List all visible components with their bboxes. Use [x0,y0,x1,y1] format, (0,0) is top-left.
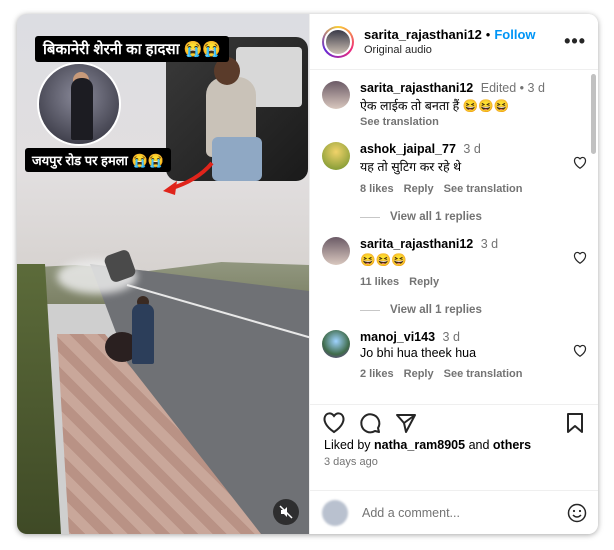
add-comment-input[interactable]: Add a comment... [362,506,567,520]
comment-username[interactable]: sarita_rajasthani12 [360,237,473,251]
comment-username[interactable]: manoj_vi143 [360,330,435,344]
comment-meta: Edited • 3 d [480,81,545,95]
likes-count[interactable]: 11 likes [360,276,399,288]
speaker-muted-icon [279,505,293,519]
more-options-icon[interactable]: ••• [564,31,586,52]
share-send-icon[interactable] [394,411,418,435]
comments-scrollbar[interactable] [591,74,596,154]
post-video[interactable]: बिकानेरी शेरनी का हादसा 😭😭 जयपुर रोड पर … [17,14,309,534]
overlay-subtitle: जयपुर रोड पर हमला 😭😭 [25,148,171,172]
comment-meta: 3 d [463,142,481,156]
comment-username[interactable]: sarita_rajasthani12 [360,81,473,95]
red-arrow-icon [163,161,214,195]
author-username[interactable]: sarita_rajasthani12 [364,27,482,42]
likes-count[interactable]: 2 likes [360,368,394,380]
comment-item: ashok_jaipal_77 3 d यह तो सुटिग कर रहे थ… [310,128,598,195]
overlay-title: बिकानेरी शेरनी का हादसा 😭😭 [35,36,230,62]
comment-item: manoj_vi143 3 d Jo bhi hua theek hua 2 l… [310,316,598,380]
likes-count[interactable]: 8 likes [360,183,394,195]
save-bookmark-icon[interactable] [563,411,587,435]
post-date: 3 days ago [324,456,378,468]
post-details-panel: sarita_rajasthani12 • Follow Original au… [309,14,598,534]
comment-text: Jo bhi hua theek hua [360,346,477,360]
heart-icon[interactable] [573,251,587,265]
liked-by-user[interactable]: natha_ram8905 [374,438,465,452]
comment-text: 😆😆😆 [360,253,407,267]
follow-button[interactable]: Follow [494,27,535,42]
author-avatar[interactable] [322,25,354,58]
view-replies-link[interactable]: View all 1 replies [360,211,598,223]
reply-button[interactable]: Reply [404,183,434,195]
liked-by-text: Liked by natha_ram8905 and others [324,438,532,452]
comment-bubble-icon[interactable] [358,411,382,435]
like-heart-icon[interactable] [322,411,346,435]
see-translation-link[interactable]: See translation [444,183,523,195]
heart-icon[interactable] [573,344,587,358]
audio-label[interactable]: Original audio [364,44,564,56]
reply-button[interactable]: Reply [404,368,434,380]
post-modal: बिकानेरी शेरनी का हादसा 😭😭 जयपुर रोड पर … [17,14,598,534]
comment-meta: 3 d [480,237,499,251]
see-translation-link[interactable]: See translation [360,116,439,128]
separator-dot: • [485,27,491,42]
comment-item: sarita_rajasthani12 3 d 😆😆😆 11 likes Rep… [310,223,598,288]
comments-list: sarita_rajasthani12 Edited • 3 d ऐक लाईक… [310,71,598,394]
comment-text: यह तो सुटिग कर रहे थे [360,160,462,174]
view-replies-link[interactable]: View all 1 replies [360,304,598,316]
comment-meta: 3 d [442,330,460,344]
comment-username[interactable]: ashok_jaipal_77 [360,142,456,156]
comment-item: sarita_rajasthani12 Edited • 3 d ऐक लाईक… [310,71,598,128]
inset-circle-photo [37,62,121,146]
heart-icon[interactable] [573,156,587,170]
comment-text: ऐक लाईक तो बनता हैं 😆😆😆 [360,99,510,113]
see-translation-link[interactable]: See translation [444,368,523,380]
emoji-icon[interactable] [567,503,587,523]
comment-avatar[interactable] [322,237,350,265]
post-header: sarita_rajasthani12 • Follow Original au… [310,14,598,70]
comment-avatar[interactable] [322,81,350,109]
current-user-avatar [322,499,348,526]
post-actions-bar [310,404,598,434]
liked-by-others[interactable]: others [493,438,531,452]
add-comment-bar: Add a comment... [310,490,598,534]
video-person [132,304,154,364]
comment-avatar[interactable] [322,142,350,170]
reply-button[interactable]: Reply [409,276,439,288]
mute-button[interactable] [273,499,299,525]
comment-avatar[interactable] [322,330,350,358]
